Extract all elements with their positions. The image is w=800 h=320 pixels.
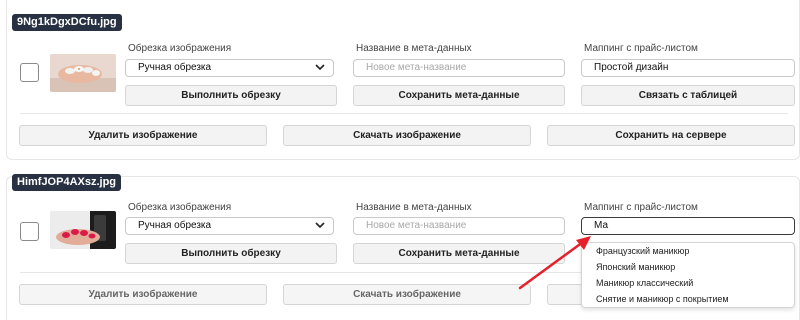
crop-select[interactable]: Ручная обрезка: [125, 59, 334, 77]
image-thumbnail: [50, 211, 116, 249]
mapping-input[interactable]: Простой дизайн: [581, 59, 795, 77]
dropdown-option[interactable]: Снятие и маникюр с покрытием: [596, 294, 729, 304]
select-checkbox[interactable]: [20, 63, 39, 82]
save-meta-button[interactable]: Сохранить мета-данные: [353, 243, 565, 264]
filename-badge: HimfJOP4AXsz.jpg: [12, 174, 122, 191]
crop-button[interactable]: Выполнить обрезку: [125, 85, 337, 106]
meta-label: Название в мета-данных: [356, 43, 472, 54]
select-checkbox[interactable]: [20, 222, 39, 241]
crop-select-value: Ручная обрезка: [138, 62, 212, 73]
meta-name-input[interactable]: Новое мета-название: [353, 217, 565, 235]
chevron-down-icon: [315, 222, 325, 229]
delete-image-button[interactable]: Удалить изображение: [19, 284, 267, 305]
save-server-button[interactable]: Сохранить на сервере: [547, 125, 795, 146]
mapping-autocomplete-dropdown: Французский маникюр Японский маникюр Ман…: [581, 242, 795, 308]
crop-label: Обрезка изображения: [128, 202, 232, 213]
crop-select-value: Ручная обрезка: [138, 220, 212, 231]
meta-name-input[interactable]: Новое мета-название: [353, 59, 565, 77]
filename-badge: 9Ng1kDgxDCfu.jpg: [12, 14, 122, 31]
crop-label: Обрезка изображения: [128, 43, 232, 54]
delete-image-button[interactable]: Удалить изображение: [19, 125, 267, 146]
crop-select[interactable]: Ручная обрезка: [125, 217, 334, 235]
mapping-label: Маппинг с прайс-листом: [584, 202, 698, 213]
save-meta-button[interactable]: Сохранить мета-данные: [353, 85, 565, 106]
mapping-input[interactable]: Ма: [581, 217, 795, 235]
nails-photo: [50, 211, 116, 249]
dropdown-option[interactable]: Японский маникюр: [596, 262, 675, 272]
image-thumbnail: [50, 54, 116, 92]
meta-label: Название в мета-данных: [356, 202, 472, 213]
nails-photo: [50, 54, 116, 92]
dropdown-option[interactable]: Маникюр классический: [596, 278, 693, 288]
dropdown-option[interactable]: Французский маникюр: [596, 246, 689, 256]
divider: [20, 113, 788, 114]
mapping-label: Маппинг с прайс-листом: [584, 43, 698, 54]
crop-button[interactable]: Выполнить обрезку: [125, 243, 337, 264]
download-image-button[interactable]: Скачать изображение: [283, 125, 531, 146]
chevron-down-icon: [315, 64, 325, 71]
link-table-button[interactable]: Связать с таблицей: [581, 85, 795, 106]
download-image-button[interactable]: Скачать изображение: [283, 284, 531, 305]
